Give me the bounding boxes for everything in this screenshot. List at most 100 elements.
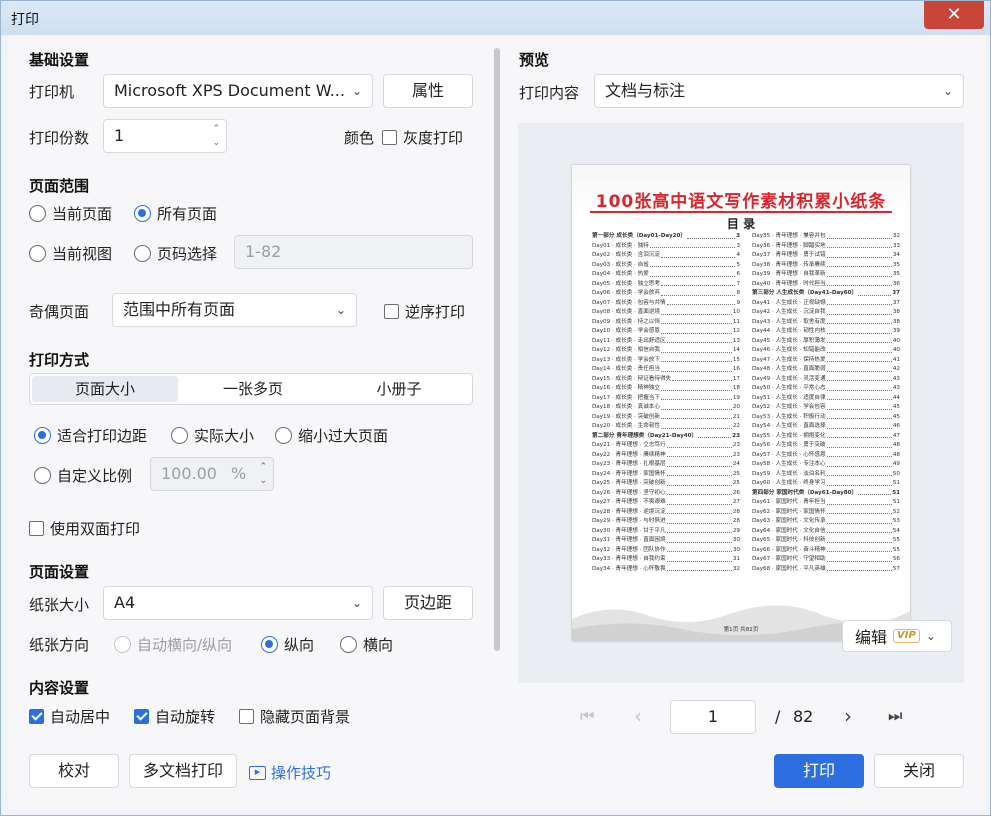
properties-button[interactable]: 属性 <box>383 74 473 108</box>
stepper-arrows[interactable]: ⌃ ⌄ <box>212 122 220 150</box>
radio-dot <box>340 636 357 653</box>
radio-custom-scale[interactable]: 自定义比例 <box>34 465 132 486</box>
copies-stepper[interactable]: 1 ⌃ ⌄ <box>103 119 227 153</box>
toc-entry-title: Day67 · 家国时代 · 守望相助 <box>752 556 826 562</box>
toc-row: Day58 · 人生成长 · 专注本心 49 <box>752 460 900 470</box>
stepper-arrows[interactable]: ⌃ ⌄ <box>259 460 267 488</box>
toc-row: Day50 · 人生成长 · 平常心态 43 <box>752 384 900 394</box>
toc-row: Day48 · 人生成长 · 直面脆弱 42 <box>752 365 900 375</box>
toc-row: Day05 · 成长类 · 独立思考 7 <box>592 280 740 290</box>
radio-landscape[interactable]: 横向 <box>340 634 393 655</box>
hide-background-checkbox[interactable]: 隐藏页面背景 <box>239 706 350 727</box>
toc-row: Day16 · 成长类 · 精神独立 18 <box>592 384 740 394</box>
radio-shrink-oversized[interactable]: 缩小过大页面 <box>275 425 388 446</box>
radio-all-pages[interactable]: 所有页面 <box>134 203 217 224</box>
multi-document-print-button[interactable]: 多文档打印 <box>129 754 237 788</box>
toc-row: Day10 · 成长类 · 学会感恩 12 <box>592 327 740 337</box>
toc-row: Day30 · 青年理想 · 甘于平凡 29 <box>592 527 740 537</box>
tab-multi-page[interactable]: 一张多页 <box>180 374 326 404</box>
auto-center-checkbox[interactable]: 自动居中 <box>29 706 110 727</box>
toc-section-row: 第三部分 人生成长类（Day41-Day60） 37 <box>752 289 900 299</box>
toc-leader <box>826 451 892 457</box>
toc-entry-page: 20 <box>732 404 740 410</box>
print-content-select[interactable]: 文档与标注 ⌄ <box>594 74 964 108</box>
page-number-input[interactable]: 1 <box>670 700 756 734</box>
toc-entry-page: 53 <box>892 518 900 524</box>
radio-dot <box>29 245 46 262</box>
toc-entry-title: Day02 · 成长类 · 含泪沉淀 <box>592 252 660 258</box>
radio-current-view[interactable]: 当前视图 <box>29 243 112 264</box>
toc-entry-title: Day24 · 青年理想 · 家国情怀 <box>592 470 666 477</box>
print-button[interactable]: 打印 <box>774 754 864 788</box>
toc-leader <box>826 261 892 267</box>
toc-row: Day11 · 成长类 · 走出舒适区 13 <box>592 337 740 347</box>
radio-auto-orientation[interactable]: 自动横向/纵向 <box>114 634 232 655</box>
toc-entry-title: Day10 · 成长类 · 学会感恩 <box>592 328 660 334</box>
close-button[interactable]: 关闭 <box>874 754 964 788</box>
toc-leader <box>661 413 732 419</box>
toc-leader <box>661 318 732 324</box>
spin-down-icon[interactable]: ⌄ <box>259 474 267 488</box>
scale-stepper[interactable]: 100.00 % ⌃ ⌄ <box>150 457 274 491</box>
odd-even-label: 奇偶页面 <box>29 303 90 321</box>
margins-button[interactable]: 页边距 <box>383 586 473 620</box>
toc-entry-page: 42 <box>892 366 900 372</box>
toc-section-row: 第二部分 青年理想类（Day21-Day40） 23 <box>592 432 740 442</box>
toc-leader <box>858 489 892 495</box>
toc-leader <box>826 270 892 277</box>
radio-fit-margins[interactable]: 适合打印边距 <box>34 425 147 446</box>
auto-rotate-checkbox[interactable]: 自动旋转 <box>134 706 215 727</box>
reverse-print-checkbox[interactable]: 逆序打印 <box>384 301 465 322</box>
last-page-icon[interactable]: ⏭ <box>888 706 902 726</box>
toc-entry-page: 57 <box>892 565 900 572</box>
toc-row: Day02 · 成长类 · 含泪沉淀 4 <box>592 251 740 261</box>
toc-leader <box>826 527 892 533</box>
toc-row: Day68 · 家国时代 · 平凡英雄 57 <box>752 565 900 575</box>
radio-label: 当前页面 <box>52 205 113 223</box>
radio-current-page[interactable]: 当前页面 <box>29 203 112 224</box>
toc-leader <box>698 432 732 438</box>
tab-booklet[interactable]: 小册子 <box>326 374 472 404</box>
toc-row: Day57 · 人生成长 · 心怀感恩 48 <box>752 451 900 461</box>
toc-row: Day40 · 青年理想 · 时代担当 36 <box>752 280 900 290</box>
first-page-icon[interactable]: ⏮ <box>580 706 594 726</box>
page-separator: / <box>775 707 781 726</box>
toc-leader <box>826 318 892 324</box>
next-page-icon[interactable]: › <box>844 704 852 728</box>
toc-entry-title: Day65 · 家国时代 · 科技创新 <box>752 537 826 543</box>
spin-up-icon[interactable]: ⌃ <box>259 460 267 474</box>
duplex-checkbox[interactable]: 使用双面打印 <box>29 518 140 539</box>
close-window-button[interactable]: ✕ <box>924 1 984 29</box>
dialog-body: 基础设置 打印机 Microsoft XPS Document W... ⌄ 属… <box>8 35 985 810</box>
toc-entry-page: 48 <box>892 442 900 448</box>
radio-actual-size[interactable]: 实际大小 <box>171 425 254 446</box>
checkbox-box <box>134 709 149 724</box>
toc-entry-title: 第三部分 人生成长类（Day41-Day60） <box>752 290 858 296</box>
prev-page-icon[interactable]: ‹ <box>634 704 642 728</box>
toc-entry-title: Day45 · 人生成长 · 厚积薄发 <box>752 337 826 344</box>
toc-row: Day18 · 成长类 · 真诚本心 20 <box>592 403 740 413</box>
toc-row: Day39 · 青年理想 · 自我革新 35 <box>752 270 900 280</box>
edit-label: 编辑 <box>855 628 888 647</box>
scale-unit: % <box>231 464 247 483</box>
spin-up-icon[interactable]: ⌃ <box>212 122 220 136</box>
radio-dot <box>134 205 151 222</box>
toc-entry-title: Day06 · 成长类 · 学会放弃 <box>592 290 660 296</box>
tips-link[interactable]: ▶ 操作技巧 <box>249 762 331 783</box>
radio-portrait[interactable]: 纵向 <box>261 634 314 655</box>
toc-entry-page: 40 <box>892 347 900 353</box>
settings-scrollbar[interactable] <box>494 48 500 651</box>
paper-size-select[interactable]: A4 ⌄ <box>103 586 373 620</box>
tab-page-size[interactable]: 页面大小 <box>32 376 178 402</box>
page-range-input[interactable]: 1-82 <box>234 235 473 269</box>
toc-leader <box>826 346 892 353</box>
radio-page-select[interactable]: 页码选择 <box>134 243 217 264</box>
edit-button[interactable]: 编辑 VIP ⌄ <box>842 620 952 652</box>
printer-select[interactable]: Microsoft XPS Document W... ⌄ <box>103 74 373 108</box>
spin-down-icon[interactable]: ⌄ <box>212 136 220 150</box>
proof-button[interactable]: 校对 <box>29 754 119 788</box>
odd-even-select[interactable]: 范围中所有页面 ⌄ <box>112 293 357 327</box>
grayscale-checkbox[interactable]: 灰度打印 <box>382 127 463 148</box>
radio-dot <box>134 245 151 262</box>
toc-entry-title: Day62 · 家国时代 · 家国情怀 <box>752 508 826 515</box>
